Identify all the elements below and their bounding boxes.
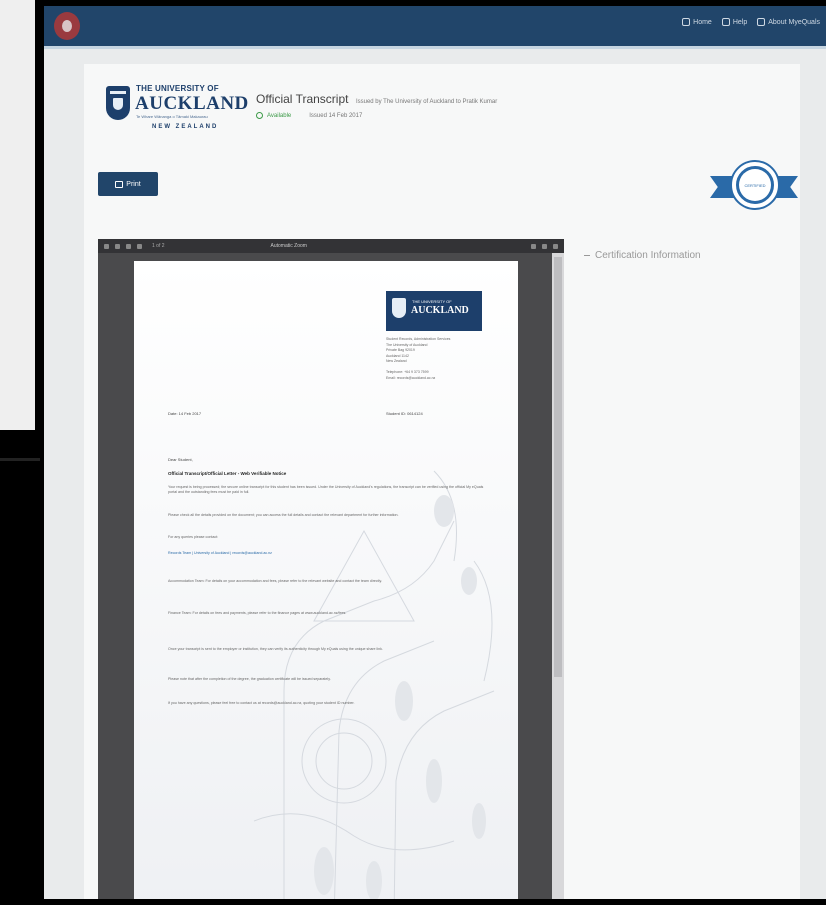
issued-date: Issued 14 Feb 2017 [309,112,363,119]
letter-crest-icon [392,298,406,318]
letter-date: Date: 14 Feb 2017 [168,411,202,416]
badge-label: CERTIFIED [739,169,771,201]
status-badge: Available [256,112,291,119]
letter-paragraph: Finance Team: For details on fees and pa… [168,611,347,615]
top-nav: Home Help About MyeQuals [682,18,820,26]
certification-info-toggle[interactable]: Certification Information [584,250,701,261]
letter-greeting: Dear Student, [168,457,193,462]
sidebar-toggle-icon[interactable] [104,243,109,249]
letter-logo-small: THE UNIVERSITY OF [412,299,452,304]
check-circle-icon [256,112,263,119]
app-logo-icon[interactable] [54,12,80,40]
letter-student-id: Student ID: 0614124 [386,411,423,416]
letter-paragraph: Once your transcript is sent to the empl… [168,647,383,651]
letter-paragraph: If you have any questions, please feel f… [168,701,355,705]
letter-address: Student Records, Administration Services… [386,337,451,380]
scrollbar-thumb[interactable] [554,257,562,677]
university-logo: THE UNIVERSITY OF AUCKLAND Te Whare Wāna… [106,84,248,140]
nav-home[interactable]: Home [682,18,712,26]
letter-logo-big: AUCKLAND [411,305,469,316]
letter-subject: Official Transcript/Official Letter - We… [168,471,287,476]
search-icon[interactable] [115,243,120,249]
status-row: Available Issued 14 Feb 2017 [256,112,362,119]
pdf-toolbar: 1 of 2 Automatic Zoom [98,239,564,253]
letter-paragraph: Accommodation Team: For details on your … [168,579,383,583]
letter-paragraph: Your request is being processed; the sec… [168,485,484,495]
page-up-icon[interactable] [126,243,131,249]
nav-help[interactable]: Help [721,18,748,26]
page-down-icon[interactable] [137,243,142,249]
letter-paragraph: For any queries please contact: [168,535,219,539]
logo-line-4: NEW ZEALAND [152,124,219,130]
document-title: Official Transcript [256,92,349,106]
zoom-select[interactable]: Automatic Zoom [271,243,307,249]
document-card: THE UNIVERSITY OF AUCKLAND Te Whare Wāna… [84,64,800,899]
download-icon[interactable] [553,243,558,249]
pdf-scrollbar[interactable] [552,253,564,899]
nav-home-label: Home [693,18,712,26]
pdf-viewer[interactable]: 1 of 2 Automatic Zoom THE UNIVERSITY OF … [98,239,564,899]
screen: Home Help About MyeQuals THE UNIVERSITY … [0,0,826,905]
collapse-icon [584,255,590,256]
logo-line-2: AUCKLAND [135,93,249,114]
status-label: Available [267,112,292,119]
nav-help-label: Help [732,18,748,26]
print-label: Print [126,180,141,188]
letter-paragraph: Please note that after the completion of… [168,677,331,681]
nav-about[interactable]: About MyeQuals [757,18,820,26]
letter-logo: THE UNIVERSITY OF AUCKLAND [386,291,482,331]
pdf-toolbar-right [531,243,558,249]
letter-paragraph: Please check all the details provided on… [168,513,399,517]
crest-icon [106,86,130,120]
document-issuer: Issued by The University of Auckland to … [355,99,498,105]
document-heading: Official Transcript Issued by The Univer… [256,90,497,108]
pdf-page: THE UNIVERSITY OF AUCKLAND Student Recor… [134,261,518,899]
nav-about-label: About MyeQuals [768,18,820,26]
divider [0,458,40,461]
header-divider [44,46,826,49]
print-icon[interactable] [542,243,547,249]
info-icon [757,18,766,26]
fullscreen-icon[interactable] [531,243,536,249]
logo-line-3: Te Whare Wānanga o Tāmaki Makaurau [136,114,208,119]
printer-icon [115,180,124,188]
home-icon [682,18,691,26]
browser-window: Home Help About MyeQuals THE UNIVERSITY … [44,6,826,899]
background-window [0,0,38,430]
certified-badge: CERTIFIED [708,160,800,212]
top-navbar: Home Help About MyeQuals [44,6,826,46]
page-indicator[interactable]: 1 of 2 [152,243,165,249]
letter-link[interactable]: Records Team | University of Auckland | … [168,551,488,556]
help-icon [721,18,730,26]
logo-line-1: THE UNIVERSITY OF [136,84,219,93]
print-button[interactable]: Print [98,172,158,196]
certification-info-label: Certification Information [595,250,701,261]
